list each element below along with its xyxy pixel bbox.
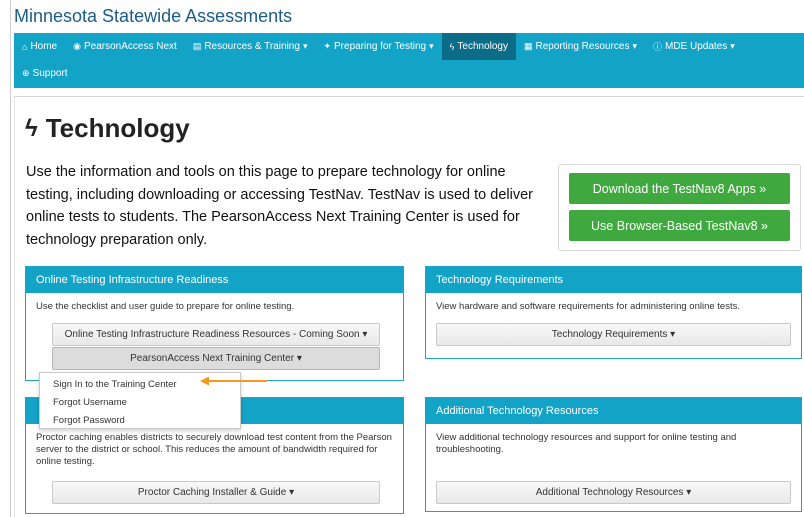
browser-testnav-button[interactable]: Use Browser-Based TestNav8 »	[569, 210, 790, 241]
nav-item-home[interactable]: ⌂ Home	[14, 33, 65, 60]
people-icon: ✦	[323, 41, 332, 51]
arrow-left-icon	[200, 376, 267, 386]
nav-item-label: Resources & Training	[204, 41, 300, 52]
bolt-icon: ϟ	[25, 114, 38, 142]
nav-item-label: PearsonAccess Next	[83, 41, 177, 52]
nav-item-mde-updates[interactable]: ⓘ MDE Updates ▾	[645, 33, 743, 60]
panel-title: Additional Technology Resources	[426, 398, 801, 424]
support-icon: ⊕	[22, 68, 30, 78]
nav-item-support[interactable]: ⊕ Support	[14, 60, 76, 87]
nav-item-technology[interactable]: ϟ Technology	[441, 33, 516, 60]
main-content: ϟ Technology Use the information and too…	[14, 96, 804, 517]
infrastructure-resources-button[interactable]: Online Testing Infrastructure Readiness …	[52, 323, 380, 346]
proctor-caching-button[interactable]: Proctor Caching Installer & Guide ▾	[52, 481, 380, 504]
nav-item-label: Preparing for Testing	[334, 41, 427, 52]
nav-item-label: Technology	[457, 41, 508, 52]
nav-item-label: Reporting Resources	[535, 41, 630, 52]
panel-infrastructure-readiness: Online Testing Infrastructure Readiness …	[25, 266, 404, 381]
nav-item-preparing-testing[interactable]: ✦ Preparing for Testing ▾	[315, 33, 441, 60]
globe-icon: ◉	[73, 41, 81, 51]
panel-body: View hardware and software requirements …	[436, 301, 740, 312]
nav-item-resources-training[interactable]: ▤ Resources & Training ▾	[185, 33, 316, 60]
home-icon: ⌂	[22, 41, 28, 52]
caret-down-icon: ▾	[632, 41, 637, 51]
dropdown-item-forgot-username[interactable]: Forgot Username	[40, 393, 240, 411]
nav-item-label: Home	[30, 41, 58, 52]
panel-body: Proctor caching enables districts to sec…	[36, 432, 392, 467]
nav-row-2: ⊕ Support	[14, 60, 76, 87]
site-title[interactable]: Minnesota Statewide Assessments	[14, 6, 292, 27]
nav-item-reporting-resources[interactable]: ▦ Reporting Resources ▾	[516, 33, 645, 60]
info-icon: ⓘ	[652, 42, 662, 52]
page-title-text: Technology	[45, 113, 190, 143]
panel-body: View additional technology resources and…	[436, 432, 737, 455]
panel-title: Online Testing Infrastructure Readiness	[26, 267, 403, 293]
nav-row-1: ⌂ Home ◉ PearsonAccess Next ▤ Resources …	[14, 33, 743, 60]
caret-down-icon: ▾	[429, 41, 434, 51]
download-box: Download the TestNav8 Apps » Use Browser…	[558, 164, 801, 251]
technology-requirements-button[interactable]: Technology Requirements ▾	[436, 323, 791, 346]
main-navbar: ⌂ Home ◉ PearsonAccess Next ▤ Resources …	[14, 33, 804, 88]
caret-down-icon: ▾	[302, 41, 308, 51]
chart-icon: ▦	[524, 41, 533, 51]
page-title: ϟ Technology	[25, 113, 190, 144]
panel-body: Use the checklist and user guide to prep…	[36, 301, 295, 312]
nav-item-pearsonaccess[interactable]: ◉ PearsonAccess Next	[65, 33, 185, 60]
nav-item-label: Support	[32, 68, 68, 79]
book-icon: ▤	[192, 41, 202, 51]
intro-paragraph: Use the information and tools on this pa…	[26, 164, 533, 248]
caret-down-icon: ▾	[730, 41, 735, 51]
nav-item-label: MDE Updates	[665, 41, 728, 52]
training-center-button[interactable]: PearsonAccess Next Training Center ▾	[52, 347, 380, 370]
panel-additional-resources: Additional Technology Resources View add…	[425, 397, 802, 512]
additional-resources-button[interactable]: Additional Technology Resources ▾	[436, 481, 791, 504]
panel-title: Technology Requirements	[426, 267, 801, 293]
bolt-icon: ϟ	[449, 41, 455, 52]
download-testnav-apps-button[interactable]: Download the TestNav8 Apps »	[569, 173, 790, 204]
panel-technology-requirements: Technology Requirements View hardware an…	[425, 266, 802, 359]
dropdown-item-forgot-password[interactable]: Forgot Password	[40, 411, 240, 429]
